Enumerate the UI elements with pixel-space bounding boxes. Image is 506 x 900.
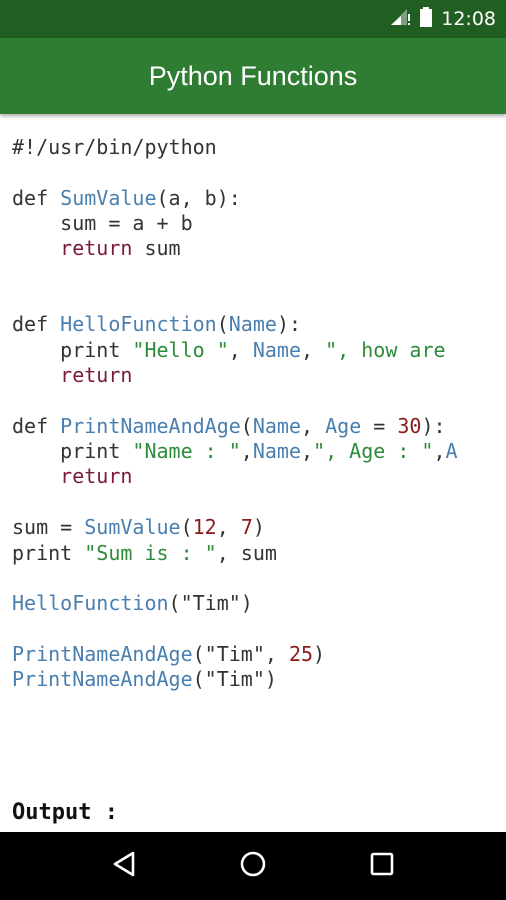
code-token: sum <box>132 236 181 261</box>
output-label: Output : <box>12 800 118 825</box>
code-token: , <box>301 413 326 438</box>
code-token: = <box>361 413 398 438</box>
back-button[interactable] <box>104 846 144 886</box>
code-token: (a, b): <box>156 185 241 210</box>
code-line: def SumValue(a, b): <box>12 186 241 210</box>
status-bar: 12:08 <box>0 0 506 38</box>
code-token: ", how are <box>325 337 446 362</box>
code-token: def <box>12 185 61 210</box>
code-line: #!/usr/bin/python <box>12 135 217 159</box>
app-bar: Python Functions <box>0 38 506 114</box>
code-token: "Hello " <box>132 337 229 362</box>
code-token: , <box>301 439 314 464</box>
code-line: print "Sum is : ", sum <box>12 541 277 565</box>
code-line: return <box>12 464 132 488</box>
code-token: HelloFunction <box>12 591 169 616</box>
code-token: ) <box>252 515 265 540</box>
code-token: Name <box>252 439 302 464</box>
recents-icon <box>369 851 395 882</box>
code-token: Name <box>252 337 302 362</box>
code-token: PrintNameAndAge <box>60 413 241 438</box>
code-token: Name <box>252 413 302 438</box>
code-line: print "Hello ", Name, ", how are <box>12 337 446 362</box>
code-line: sum = SumValue(12, 7) <box>12 515 265 539</box>
navigation-bar <box>0 832 506 900</box>
signal-icon <box>389 8 411 31</box>
code-token: def <box>12 312 61 337</box>
home-button[interactable] <box>233 846 273 886</box>
code-line: def HelloFunction(Name): <box>12 312 301 336</box>
code-token: ("Tim") <box>192 667 277 692</box>
code-line: return sum <box>12 236 181 261</box>
code-token: , <box>228 337 253 362</box>
back-icon <box>111 850 137 883</box>
code-token: SumValue <box>60 185 157 210</box>
code-token: ( <box>180 515 193 540</box>
code-token: def <box>12 413 61 438</box>
code-token: , <box>433 439 446 464</box>
code-token: A <box>445 439 458 464</box>
code-token: 7 <box>240 515 253 540</box>
battery-icon <box>419 6 433 32</box>
code-token: ): <box>276 312 302 337</box>
code-token: PrintNameAndAge <box>12 641 193 666</box>
code-token: return <box>60 236 133 261</box>
code-token: 12 <box>192 515 217 540</box>
status-clock: 12:08 <box>441 8 496 30</box>
code-line: HelloFunction("Tim") <box>12 591 253 615</box>
code-token: ( <box>240 413 253 438</box>
code-token: "Name : " <box>132 439 241 464</box>
recents-button[interactable] <box>362 846 402 886</box>
code-token: sum = a + b <box>12 211 193 236</box>
code-line: PrintNameAndAge("Tim", 25) <box>12 642 325 666</box>
code-view[interactable]: #!/usr/bin/python def SumValue(a, b): su… <box>0 114 506 832</box>
code-token: ", Age : " <box>313 439 434 464</box>
code-token: , <box>216 515 241 540</box>
home-icon <box>239 850 267 883</box>
code-token: , <box>301 337 326 362</box>
code-line: return <box>12 363 132 387</box>
code-token: ("Tim", <box>192 641 289 666</box>
code-token: , sum <box>216 540 277 565</box>
code-token: return <box>60 363 133 388</box>
code-token: return <box>60 464 133 489</box>
code-line: def PrintNameAndAge(Name, Age = 30): <box>12 414 446 438</box>
code-line: PrintNameAndAge("Tim") <box>12 667 277 691</box>
code-token: print <box>12 439 133 464</box>
code-token: Name <box>228 312 277 337</box>
code-token: HelloFunction <box>60 312 217 337</box>
code-token: ( <box>216 312 229 337</box>
code-token: "Sum is : " <box>84 540 217 565</box>
code-token: Age <box>325 413 362 438</box>
code-line: sum = a + b <box>12 211 193 236</box>
status-icons: 12:08 <box>389 0 496 38</box>
code-token: PrintNameAndAge <box>12 667 193 692</box>
code-line: print "Name : ",Name,", Age : ",A <box>12 439 458 464</box>
code-token: print <box>12 337 133 362</box>
code-token: 25 <box>288 641 314 666</box>
code-token: ("Tim") <box>168 591 253 616</box>
code-token: sum = <box>12 515 85 540</box>
code-token: ) <box>313 641 326 666</box>
code-token: #!/usr/bin/python <box>12 135 217 159</box>
code-block: #!/usr/bin/python def SumValue(a, b): su… <box>12 135 458 693</box>
code-token: 30 <box>397 413 422 438</box>
code-token: , <box>240 439 253 464</box>
app-title: Python Functions <box>148 60 358 91</box>
code-token: SumValue <box>84 515 181 540</box>
code-token: print <box>12 540 85 565</box>
code-token: ): <box>421 413 446 438</box>
